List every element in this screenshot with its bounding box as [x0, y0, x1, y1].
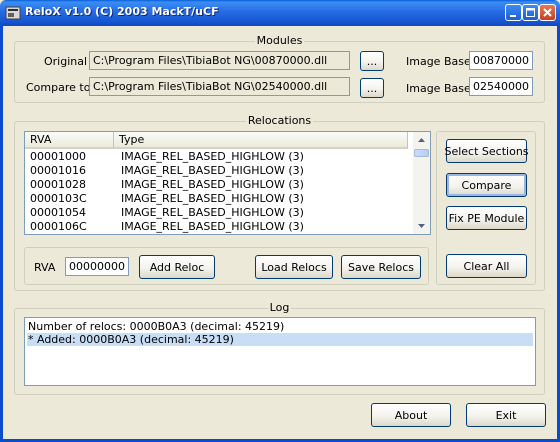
- rva-input[interactable]: 00000000: [65, 257, 129, 276]
- scroll-thumb[interactable]: [414, 149, 429, 157]
- relocations-legend: Relocations: [245, 114, 314, 127]
- save-relocs-button[interactable]: Save Relocs: [341, 255, 421, 279]
- exit-button[interactable]: Exit: [466, 403, 546, 427]
- type-cell: IMAGE_REL_BASED_HIGHLOW (3): [121, 164, 304, 177]
- column-header-type[interactable]: Type: [114, 132, 408, 149]
- close-icon: [543, 8, 552, 17]
- about-button[interactable]: About: [371, 403, 451, 427]
- log-list[interactable]: Number of relocs: 0000B0A3 (decimal: 452…: [24, 317, 536, 386]
- table-row[interactable]: 00001000 IMAGE_REL_BASED_HIGHLOW (3): [25, 150, 413, 164]
- column-header-rva[interactable]: RVA: [25, 132, 114, 149]
- type-cell: IMAGE_REL_BASED_HIGHLOW (3): [121, 150, 304, 163]
- compare-path-field[interactable]: C:\Program Files\TibiaBot NG\02540000.dl…: [89, 77, 350, 96]
- type-cell: IMAGE_REL_BASED_HIGHLOW (3): [121, 178, 304, 191]
- table-row[interactable]: 00001028 IMAGE_REL_BASED_HIGHLOW (3): [25, 178, 413, 192]
- compare-label: Compare to: [26, 81, 91, 94]
- relocations-list[interactable]: RVA Type 00001000 IMAGE_REL_BASED_HIGHLOW…: [24, 131, 431, 235]
- log-line[interactable]: Number of relocs: 0000B0A3 (decimal: 452…: [27, 320, 284, 333]
- maximize-icon: [526, 8, 535, 17]
- relocations-list-header: RVA Type: [25, 132, 408, 149]
- window-title: ReloX v1.0 (C) 2003 MackT/uCF: [25, 5, 219, 18]
- scroll-up-icon[interactable]: [413, 132, 430, 149]
- rva-cell: 00001028: [30, 178, 86, 191]
- compare-browse-button[interactable]: ...: [360, 78, 384, 98]
- table-row[interactable]: 0000106C IMAGE_REL_BASED_HIGHLOW (3): [25, 220, 413, 234]
- compare-base-field[interactable]: 02540000: [469, 77, 533, 96]
- minimize-button[interactable]: [505, 4, 522, 21]
- maximize-button[interactable]: [522, 4, 539, 21]
- table-row[interactable]: 0000103C IMAGE_REL_BASED_HIGHLOW (3): [25, 192, 413, 206]
- log-legend: Log: [267, 301, 292, 314]
- compare-base-label: Image Base: [406, 82, 471, 95]
- select-sections-button[interactable]: Select Sections: [444, 139, 529, 163]
- original-label: Original: [44, 55, 88, 68]
- log-line[interactable]: * Added: 0000B0A3 (decimal: 45219): [27, 333, 533, 346]
- rva-cell: 00001054: [30, 206, 86, 219]
- close-button[interactable]: [539, 4, 556, 21]
- rva-cell: 00001000: [30, 150, 86, 163]
- table-row[interactable]: 00001054 IMAGE_REL_BASED_HIGHLOW (3): [25, 206, 413, 220]
- load-relocs-button[interactable]: Load Relocs: [255, 255, 333, 279]
- scroll-down-icon[interactable]: [413, 217, 430, 234]
- compare-button[interactable]: Compare: [446, 173, 527, 197]
- app-icon: [5, 6, 21, 20]
- rva-cell: 0000106C: [30, 220, 87, 233]
- minimize-icon: [510, 15, 516, 17]
- original-browse-button[interactable]: ...: [360, 51, 384, 71]
- type-cell: IMAGE_REL_BASED_HIGHLOW (3): [121, 220, 304, 233]
- rva-cell: 00001016: [30, 164, 86, 177]
- rva-cell: 0000103C: [30, 192, 87, 205]
- modules-legend: Modules: [254, 34, 305, 47]
- add-reloc-button[interactable]: Add Reloc: [139, 255, 215, 279]
- type-cell: IMAGE_REL_BASED_HIGHLOW (3): [121, 192, 304, 205]
- relocations-scrollbar[interactable]: [413, 132, 430, 234]
- title-bar[interactable]: ReloX v1.0 (C) 2003 MackT/uCF: [0, 0, 560, 26]
- fix-pe-module-button[interactable]: Fix PE Module: [446, 206, 527, 230]
- type-cell: IMAGE_REL_BASED_HIGHLOW (3): [121, 206, 304, 219]
- rva-label: RVA: [34, 261, 56, 274]
- original-base-label: Image Base: [406, 55, 471, 68]
- clear-all-button[interactable]: Clear All: [446, 254, 527, 278]
- table-row[interactable]: 00001016 IMAGE_REL_BASED_HIGHLOW (3): [25, 164, 413, 178]
- original-path-field[interactable]: C:\Program Files\TibiaBot NG\00870000.dl…: [89, 51, 350, 70]
- original-base-field[interactable]: 00870000: [469, 51, 533, 70]
